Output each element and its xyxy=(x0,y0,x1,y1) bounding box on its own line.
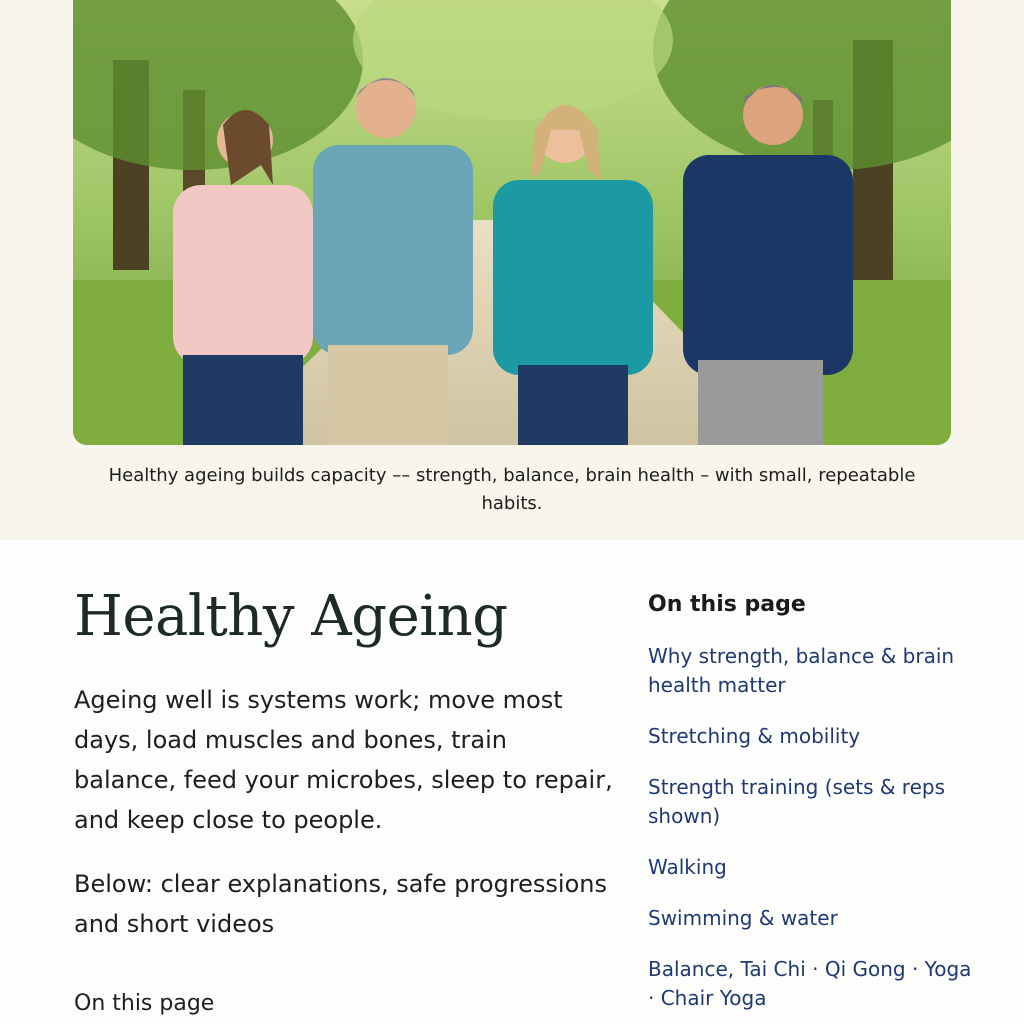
inline-on-this-page-label: On this page xyxy=(74,991,215,1016)
hero-illustration xyxy=(73,0,951,445)
toc-link-stretching[interactable]: Stretching & mobility xyxy=(648,722,978,751)
toc-heading: On this page xyxy=(648,592,806,617)
toc-link-balance[interactable]: Balance, Tai Chi · Qi Gong · Yoga · Chai… xyxy=(648,955,978,1013)
table-of-contents: On this page Why strength, balance & bra… xyxy=(648,590,978,1024)
page-title: Healthy Ageing xyxy=(74,584,508,649)
hero-caption: Healthy ageing builds capacity –– streng… xyxy=(108,465,916,514)
hero-section: Healthy ageing builds capacity –– streng… xyxy=(0,0,1024,540)
toc-link-walking[interactable]: Walking xyxy=(648,853,978,882)
main-content: Healthy Ageing Ageing well is systems wo… xyxy=(0,540,1024,1024)
hero-image xyxy=(73,0,951,445)
intro-paragraph: Ageing well is systems work; move most d… xyxy=(74,686,613,834)
toc-link-swimming[interactable]: Swimming & water xyxy=(648,904,978,933)
toc-link-why-strength[interactable]: Why strength, balance & brain health mat… xyxy=(648,642,978,700)
toc-link-strength-training[interactable]: Strength training (sets & reps shown) xyxy=(648,773,978,831)
intro-subtext: Below: clear explanations, safe progress… xyxy=(74,870,607,938)
